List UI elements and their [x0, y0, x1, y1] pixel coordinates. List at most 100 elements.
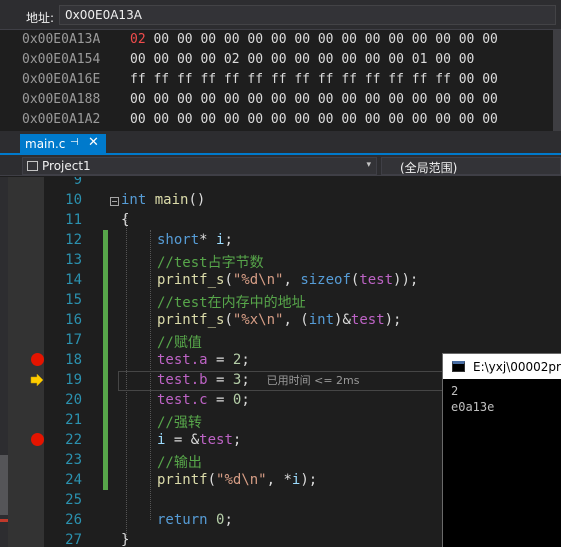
project-icon [27, 161, 38, 171]
chevron-down-icon: ▾ [366, 160, 371, 170]
memory-address: 0x00E0A13A [22, 32, 101, 47]
console-window[interactable]: E:\yxj\00002pro 2 e0a13e [442, 353, 561, 547]
memory-address: 0x00E0A188 [22, 92, 101, 107]
punctuation: ; [232, 432, 242, 448]
function-name: printf_s [157, 312, 225, 328]
code-line[interactable]: printf("%d\n", *i); [157, 472, 317, 488]
punctuation: ); [384, 312, 402, 328]
line-number: 15 [65, 292, 82, 308]
code-line[interactable]: printf_s("%d\n", sizeof(test)); [157, 272, 418, 288]
line-number: 22 [65, 432, 82, 448]
memory-bytes: 00 00 00 00 00 00 00 00 00 00 00 00 00 0… [130, 112, 498, 127]
console-title-bar[interactable]: E:\yxj\00002pro [443, 354, 561, 379]
pin-icon[interactable]: ⊣ [70, 137, 79, 148]
changed-byte: 02 [130, 32, 146, 47]
tab-main-c[interactable]: main.c ⊣ ✕ [20, 134, 106, 154]
navigation-bar: Project1 ▾ (全局范围) [0, 156, 561, 176]
code-line[interactable]: { [121, 212, 129, 228]
code-line[interactable]: test.a = 2; [157, 352, 250, 368]
code-comment[interactable]: //强转 [157, 412, 202, 432]
editor-vertical-scrollbar[interactable] [0, 177, 8, 547]
code-line[interactable]: printf_s("%x\n", (int)&test); [157, 312, 401, 328]
perf-tip[interactable]: 已用时间 <= 2ms [267, 374, 360, 387]
function-name: printf [157, 472, 208, 488]
line-number: 26 [65, 512, 82, 528]
punctuation: ; [241, 352, 250, 368]
glyph-margin[interactable] [8, 177, 44, 547]
punctuation: ); [300, 472, 318, 488]
code-line[interactable]: return 0; [157, 512, 233, 528]
breakpoint-icon[interactable] [31, 353, 44, 366]
punctuation: ( [224, 272, 233, 288]
code-line[interactable]: test.c = 0; [157, 392, 250, 408]
memory-row: 0x00E0A16E ff ff ff ff ff ff ff ff ff ff… [0, 70, 561, 90]
code-line[interactable]: short* i; [157, 232, 233, 248]
address-input[interactable] [59, 5, 556, 25]
punctuation: ; [224, 512, 233, 528]
memory-address: 0x00E0A16E [22, 72, 101, 87]
punctuation: ( [207, 472, 217, 488]
breakpoint-icon[interactable] [31, 433, 44, 446]
line-number: 19 [65, 372, 82, 388]
punctuation: ; [241, 392, 250, 408]
line-number: 16 [65, 312, 82, 328]
line-number: 17 [65, 332, 82, 348]
collapse-icon[interactable] [110, 197, 119, 206]
scope-dropdown[interactable]: (全局范围) [381, 157, 561, 175]
memory-row: 0x00E0A1A2 00 00 00 00 00 00 00 00 00 00… [0, 110, 561, 130]
memory-row: 0x00E0A13A 02 00 00 00 00 00 00 00 00 00… [0, 30, 561, 50]
operator: = [207, 352, 233, 368]
address-label: 地址: [26, 11, 55, 25]
punctuation: )); [393, 272, 419, 288]
memory-bytes: 00 00 00 00 02 00 00 00 00 00 00 00 01 0… [130, 52, 475, 67]
line-number: 25 [65, 492, 82, 508]
code-comment[interactable]: //test占字节数 [157, 252, 264, 272]
code-comment[interactable]: //赋值 [157, 332, 202, 352]
project-dropdown[interactable]: Project1 ▾ [22, 157, 377, 175]
function-name: printf_s [157, 272, 225, 288]
line-number: 27 [65, 532, 82, 547]
identifier: test [199, 432, 233, 448]
operator: = [207, 392, 233, 408]
code-comment[interactable]: //输出 [157, 452, 202, 472]
string-literal: "%d\n" [216, 472, 267, 488]
punctuation: , ( [283, 312, 309, 328]
punctuation: ( [224, 312, 233, 328]
memory-row: 0x00E0A154 00 00 00 00 02 00 00 00 00 00… [0, 50, 561, 70]
line-number: 21 [65, 412, 82, 428]
console-icon [452, 361, 465, 372]
memory-address: 0x00E0A154 [22, 52, 101, 67]
identifier: test.c [157, 392, 208, 408]
keyword: short [157, 232, 200, 248]
code-line[interactable]: int main() [121, 192, 205, 208]
code-line[interactable]: i = &test; [157, 432, 241, 448]
keyword: int [308, 312, 335, 328]
memory-bytes: 00 00 00 00 00 00 00 00 00 00 00 00 00 0… [130, 92, 498, 107]
line-number: 14 [65, 272, 82, 288]
punctuation: * [199, 232, 217, 248]
line-number: 18 [65, 352, 82, 368]
console-title: E:\yxj\00002pro [473, 360, 561, 374]
project-label: Project1 [42, 159, 91, 173]
punctuation: () [188, 192, 206, 208]
scrollbar-marker [0, 519, 8, 522]
keyword: sizeof [300, 272, 351, 288]
memory-window: 地址: 0x00E0A13A 02 00 00 00 00 00 00 00 0… [0, 0, 561, 131]
memory-scrollbar[interactable] [553, 30, 561, 131]
string-literal: "%x\n" [232, 312, 284, 328]
line-number: 9 [73, 177, 82, 188]
code-comment[interactable]: //test在内存中的地址 [157, 292, 306, 312]
keyword: return [157, 512, 208, 528]
code-line[interactable]: test.b = 3; 已用时间 <= 2ms [157, 372, 359, 388]
tab-label: main.c [25, 137, 66, 151]
close-icon[interactable]: ✕ [88, 135, 99, 150]
code-line[interactable]: } [121, 532, 129, 547]
line-number: 11 [65, 212, 82, 228]
operator: = [207, 372, 233, 388]
punctuation: )& [334, 312, 351, 328]
change-tracking-bar [103, 230, 108, 490]
line-number: 20 [65, 392, 82, 408]
operator: = & [165, 432, 200, 448]
address-bar: 地址: [0, 0, 561, 30]
scrollbar-thumb[interactable] [0, 455, 8, 515]
